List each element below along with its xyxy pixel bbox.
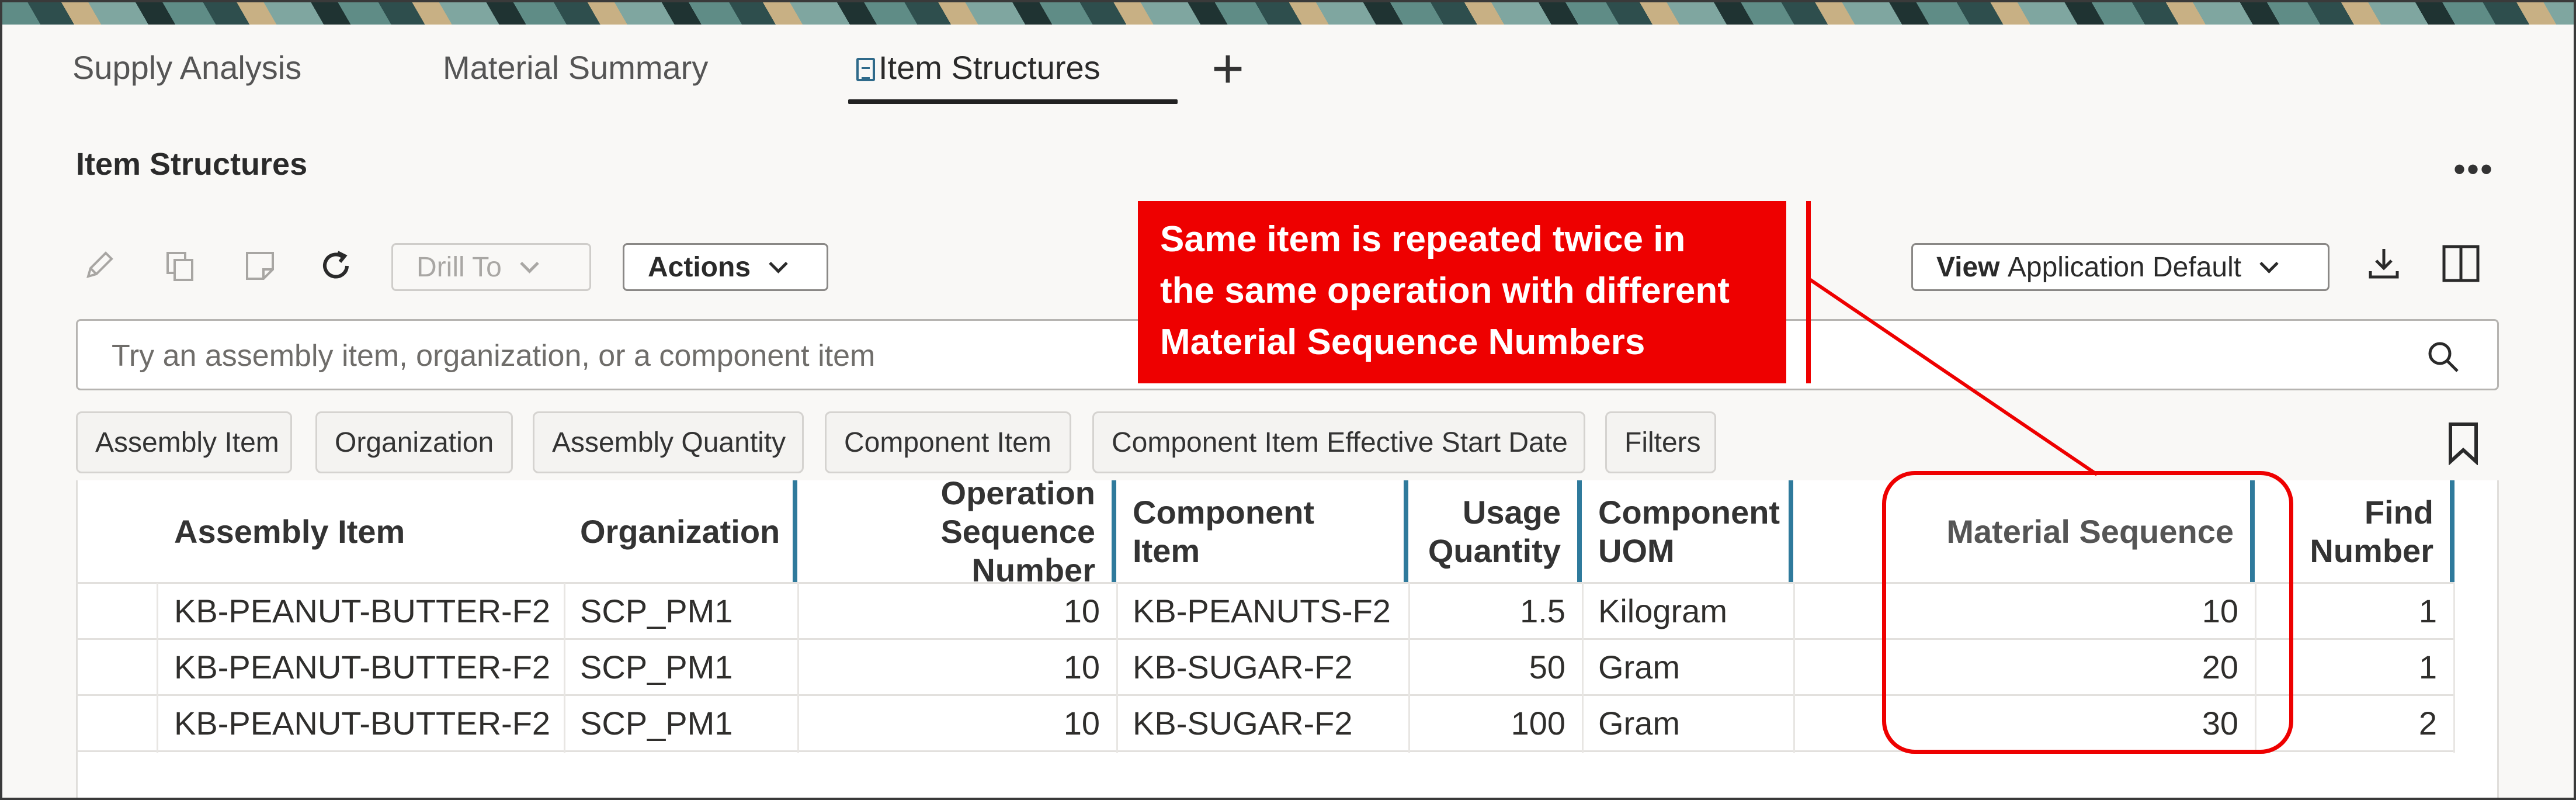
annotation-highlight-box (1882, 471, 2293, 754)
